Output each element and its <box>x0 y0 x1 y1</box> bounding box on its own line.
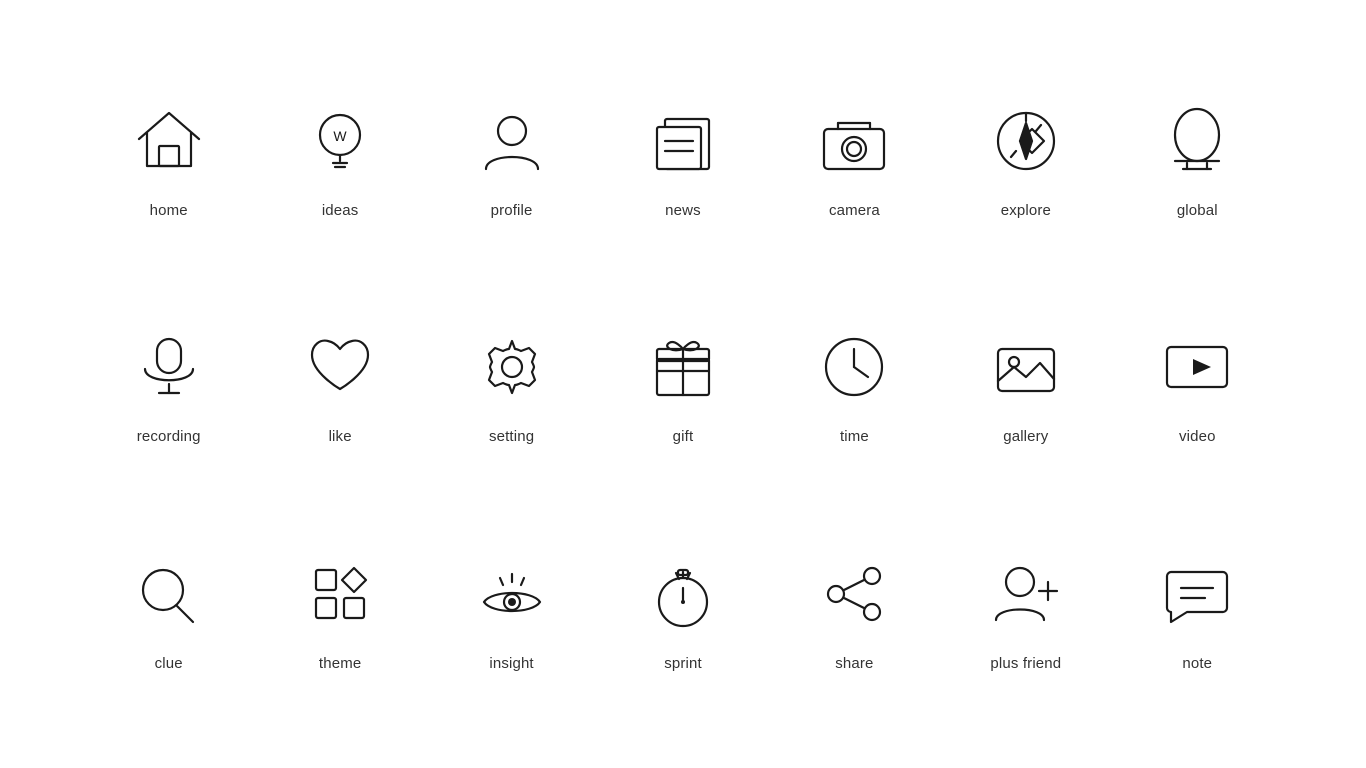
home-icon <box>124 96 214 186</box>
ideas-label: ideas <box>322 202 359 219</box>
icon-item-setting: setting <box>426 271 597 498</box>
ideas-icon: W <box>295 96 385 186</box>
gallery-label: gallery <box>1003 428 1048 445</box>
global-icon <box>1152 96 1242 186</box>
icon-item-home: home <box>83 44 254 271</box>
gift-label: gift <box>673 428 694 445</box>
clue-icon <box>124 549 214 639</box>
clue-label: clue <box>155 655 183 672</box>
time-icon <box>809 322 899 412</box>
gallery-icon <box>981 322 1071 412</box>
home-label: home <box>150 202 188 219</box>
setting-label: setting <box>489 428 534 445</box>
camera-icon <box>809 96 899 186</box>
explore-icon <box>981 96 1071 186</box>
icon-item-ideas: W ideas <box>254 44 425 271</box>
icon-item-recording: recording <box>83 271 254 498</box>
icon-item-gift: gift <box>597 271 768 498</box>
icon-item-news: news <box>597 44 768 271</box>
icon-item-theme: theme <box>254 497 425 724</box>
setting-icon <box>467 322 557 412</box>
icon-item-clue: clue <box>83 497 254 724</box>
recording-label: recording <box>137 428 201 445</box>
icon-item-global: global <box>1112 44 1283 271</box>
explore-label: explore <box>1001 202 1051 219</box>
news-label: news <box>665 202 701 219</box>
recording-icon <box>124 322 214 412</box>
profile-label: profile <box>491 202 533 219</box>
share-icon <box>809 549 899 639</box>
note-label: note <box>1182 655 1212 672</box>
video-label: video <box>1179 428 1216 445</box>
theme-label: theme <box>319 655 361 672</box>
icon-item-time: time <box>769 271 940 498</box>
gift-icon <box>638 322 728 412</box>
svg-text:W: W <box>334 128 348 144</box>
video-icon <box>1152 322 1242 412</box>
icon-item-camera: camera <box>769 44 940 271</box>
plus-friend-icon <box>981 549 1071 639</box>
icon-item-gallery: gallery <box>940 271 1111 498</box>
icon-item-share: share <box>769 497 940 724</box>
theme-icon <box>295 549 385 639</box>
icon-item-plus-friend: plus friend <box>940 497 1111 724</box>
insight-label: insight <box>489 655 533 672</box>
icon-item-video: video <box>1112 271 1283 498</box>
like-label: like <box>329 428 352 445</box>
icon-item-note: note <box>1112 497 1283 724</box>
icon-item-insight: insight <box>426 497 597 724</box>
icon-item-profile: profile <box>426 44 597 271</box>
icon-grid: home W ideas profile <box>83 44 1283 724</box>
profile-icon <box>467 96 557 186</box>
time-label: time <box>840 428 869 445</box>
note-icon <box>1152 549 1242 639</box>
news-icon <box>638 96 728 186</box>
like-icon <box>295 322 385 412</box>
insight-icon <box>467 549 557 639</box>
icon-item-sprint: sprint <box>597 497 768 724</box>
share-label: share <box>835 655 873 672</box>
sprint-label: sprint <box>664 655 702 672</box>
icon-item-like: like <box>254 271 425 498</box>
sprint-icon <box>638 549 728 639</box>
plus-friend-label: plus friend <box>990 655 1061 672</box>
icon-item-explore: explore <box>940 44 1111 271</box>
camera-label: camera <box>829 202 880 219</box>
global-label: global <box>1177 202 1218 219</box>
